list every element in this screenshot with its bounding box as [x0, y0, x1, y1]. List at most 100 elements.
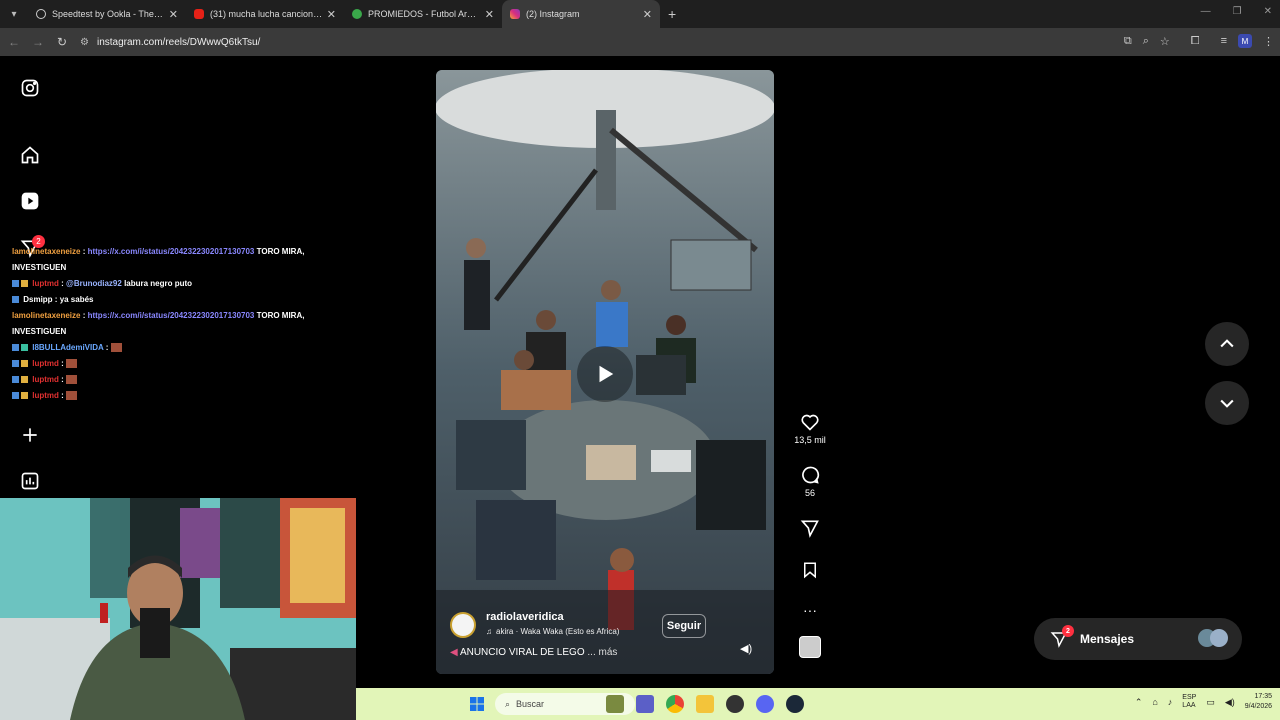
- tab-instagram[interactable]: (2) Instagram ✕: [502, 0, 660, 28]
- comment-button[interactable]: 56: [790, 465, 830, 498]
- windows-start-icon[interactable]: [470, 697, 484, 711]
- comment-icon: [802, 466, 820, 484]
- profile-avatar[interactable]: M: [1238, 34, 1252, 48]
- chat-username: luptmd: [32, 391, 59, 400]
- caption[interactable]: ◀ ANUNCIO VIRAL DE LEGO ... más: [450, 647, 617, 658]
- clock[interactable]: 17:35 9/4/2026: [1245, 692, 1272, 712]
- chat-badge-icon: [21, 376, 28, 384]
- next-reel-button[interactable]: [1205, 381, 1249, 425]
- chat-username: luptmd: [32, 375, 59, 384]
- reel-video[interactable]: radiolaveridica ♫ akira · Waka Waka (Est…: [436, 70, 774, 674]
- chat-badge-icon: [21, 344, 28, 352]
- instagram-logo-icon[interactable]: [20, 78, 40, 98]
- chat-text: labura negro puto: [124, 279, 193, 288]
- close-window-button[interactable]: ✕: [1264, 6, 1272, 17]
- audio-track[interactable]: ♫ akira · Waka Waka (Esto es Africa): [486, 627, 619, 636]
- more-options-button[interactable]: ···: [790, 602, 830, 618]
- file-explorer-icon[interactable]: [696, 695, 714, 713]
- message-avatar: [1210, 629, 1228, 647]
- author-avatar[interactable]: [450, 612, 476, 638]
- tab-title: (31) mucha lucha cancion - You: [210, 9, 323, 19]
- chat-username: lamolinetaxeneize: [12, 247, 81, 256]
- volume-icon[interactable]: ◀): [1225, 697, 1235, 708]
- clock-time: 17:35: [1254, 693, 1272, 700]
- search-placeholder: Buscar: [516, 699, 545, 709]
- chat-username: Dsmipp: [23, 295, 53, 304]
- network-icon[interactable]: ⌂: [1152, 697, 1157, 707]
- display-icon[interactable]: ▭: [1206, 697, 1215, 708]
- menu-icon[interactable]: ⋮: [1263, 35, 1274, 48]
- bookmark-star-icon[interactable]: ☆: [1160, 35, 1170, 48]
- share-button[interactable]: [790, 518, 830, 538]
- keyboard-layout: LAA: [1182, 702, 1196, 709]
- like-button[interactable]: 13,5 mil: [790, 412, 830, 445]
- save-button[interactable]: [790, 560, 830, 580]
- home-icon[interactable]: [20, 145, 40, 165]
- audio-thumbnail-image: [799, 636, 821, 658]
- back-button[interactable]: ←: [2, 35, 26, 49]
- chrome-icon[interactable]: [666, 695, 684, 713]
- teams-icon[interactable]: [636, 695, 654, 713]
- stream-chat-overlay: lamolinetaxeneize : https://x.com/i/stat…: [12, 244, 352, 404]
- zoom-icon[interactable]: ⌕: [1143, 35, 1149, 48]
- reload-button[interactable]: ↻: [50, 35, 74, 49]
- close-tab-icon[interactable]: ✕: [327, 8, 336, 21]
- chat-username: lamolinetaxeneize: [12, 311, 81, 320]
- tab-search-button[interactable]: ▾: [0, 0, 28, 28]
- minimize-button[interactable]: —: [1201, 6, 1211, 17]
- new-tab-button[interactable]: +: [668, 6, 676, 22]
- messages-button[interactable]: 2 Mensajes: [1034, 618, 1242, 660]
- play-button[interactable]: [577, 346, 633, 402]
- tab-title: PROMIEDOS - Futbol Argentin: [368, 9, 481, 19]
- address-bar[interactable]: ⚙ instagram.com/reels/DWwwQ6tkTsu/: [80, 37, 260, 48]
- speedtest-icon: [36, 9, 46, 19]
- author-name[interactable]: radiolaveridica: [486, 611, 564, 623]
- comment-count: 56: [804, 488, 815, 498]
- tab-speedtest[interactable]: Speedtest by Ookla - The Glob ✕: [28, 0, 186, 28]
- search-icon: ⌕: [505, 698, 511, 709]
- chat-emote-icon: [66, 359, 78, 369]
- chat-badge-icon: [21, 392, 28, 400]
- reels-icon[interactable]: [20, 191, 40, 211]
- microphone-icon[interactable]: ♪: [1168, 697, 1173, 707]
- forward-button[interactable]: →: [26, 35, 50, 49]
- url-text: instagram.com/reels/DWwwQ6tkTsu/: [96, 36, 261, 48]
- previous-reel-button[interactable]: [1205, 322, 1249, 366]
- close-tab-icon[interactable]: ✕: [485, 8, 494, 21]
- create-icon[interactable]: [20, 425, 40, 445]
- discord-icon[interactable]: [756, 695, 774, 713]
- audio-thumbnail[interactable]: [790, 636, 830, 658]
- window-controls: — ❐ ✕: [1201, 6, 1272, 17]
- chat-link[interactable]: https://x.com/i/status/20423223020171307…: [88, 247, 255, 256]
- close-tab-icon[interactable]: ✕: [643, 8, 652, 21]
- mute-button[interactable]: ◀): [740, 642, 752, 655]
- steam-icon[interactable]: [786, 695, 804, 713]
- site-info-icon[interactable]: ⚙: [80, 37, 89, 48]
- extensions-icon[interactable]: ⧠: [1191, 35, 1200, 48]
- caption-text: ANUNCIO VIRAL DE LEGO: [459, 647, 585, 658]
- chat-link[interactable]: https://x.com/i/status/20423223020171307…: [88, 311, 255, 320]
- tab-youtube[interactable]: (31) mucha lucha cancion - You ✕: [186, 0, 344, 28]
- follow-button[interactable]: Seguir: [662, 614, 706, 638]
- install-app-icon[interactable]: ⧉: [1124, 35, 1132, 48]
- promiedos-icon: [352, 9, 362, 19]
- media-control-icon[interactable]: ≡: [1221, 35, 1227, 47]
- chat-message: lamolinetaxeneize : https://x.com/i/stat…: [12, 311, 305, 336]
- play-icon: [599, 365, 614, 383]
- chat-badge-icon: [12, 360, 19, 368]
- reel-actions: 13,5 mil 56 ···: [790, 412, 830, 658]
- language-indicator[interactable]: ESP LAA: [1182, 694, 1196, 710]
- close-tab-icon[interactable]: ✕: [169, 8, 178, 21]
- widgets-icon[interactable]: [606, 695, 624, 713]
- obs-icon[interactable]: [726, 695, 744, 713]
- chat-emote-icon: [110, 343, 122, 353]
- tab-promiedos[interactable]: PROMIEDOS - Futbol Argentin ✕: [344, 0, 502, 28]
- tray-chevron-icon[interactable]: ⌃: [1135, 697, 1143, 708]
- chat-username: luptmd: [32, 279, 59, 288]
- chat-message: luptmd :: [12, 372, 352, 388]
- taskbar: ⌕ Buscar ⌃ ⌂ ♪ ESP LAA ▭ ◀) 17:35 9/4/20…: [356, 688, 1280, 720]
- maximize-button[interactable]: ❐: [1233, 6, 1242, 17]
- insights-icon[interactable]: [20, 471, 40, 491]
- more-link[interactable]: ... más: [587, 647, 617, 658]
- chat-message: Dsmipp : ya sabés: [12, 292, 352, 308]
